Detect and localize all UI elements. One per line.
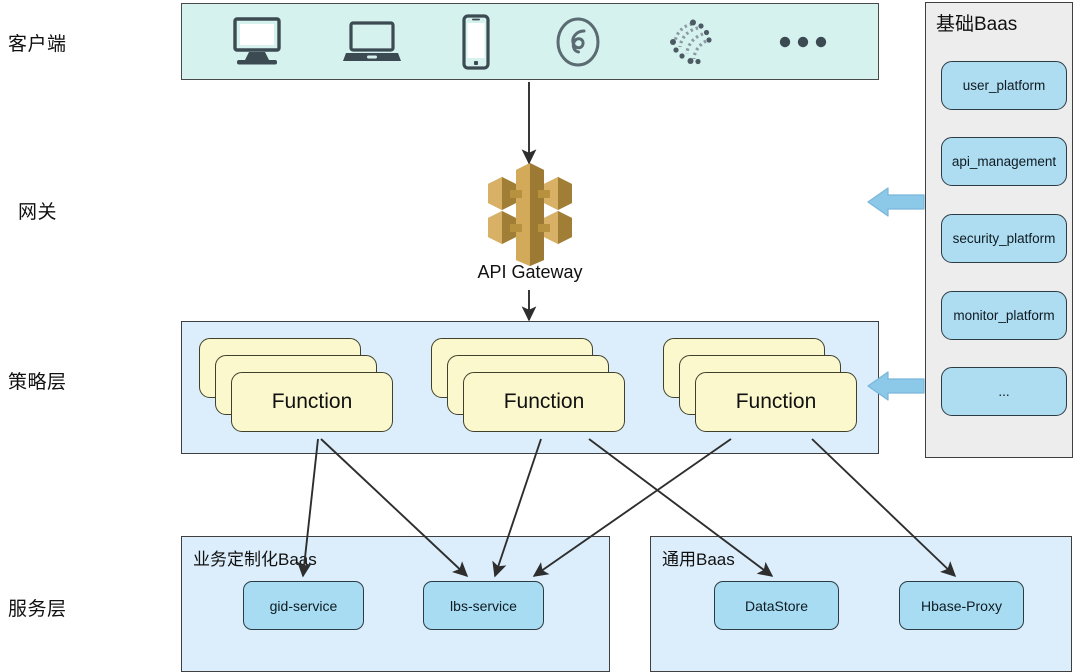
api-gateway-label: API Gateway: [477, 262, 583, 282]
ellipsis-icon: [775, 32, 831, 52]
layer-label-client: 客户端: [8, 34, 67, 55]
client-layer-bar: [181, 3, 879, 80]
baas-box-security-platform[interactable]: security_platform: [941, 214, 1067, 263]
smartphone-icon: [459, 13, 493, 70]
function-stack-3[interactable]: Function: [663, 338, 857, 433]
iot-devices-icon: [662, 14, 718, 70]
baas-box-api-management[interactable]: api_management: [941, 137, 1067, 186]
baas-to-policy-arrow: [866, 368, 926, 409]
layer-label-policy: 策略层: [8, 372, 67, 393]
wechat-miniprogram-icon: [551, 14, 605, 70]
basic-baas-panel: 基础Baas user_platform api_management secu…: [925, 2, 1073, 458]
service-panel-business: 业务定制化Baas gid-service lbs-service: [181, 536, 610, 672]
desktop-monitor-icon: [229, 16, 285, 68]
aws-api-gateway-icon: [480, 160, 580, 271]
architecture-diagram: 客户端 网关 策略层 服务层 API Gateway Function Func…: [0, 0, 1080, 672]
layer-label-gateway: 网关: [18, 202, 58, 223]
service-panel-general: 通用Baas DataStore Hbase-Proxy: [650, 536, 1072, 672]
function-card-front[interactable]: Function: [463, 372, 625, 432]
function-stack-2[interactable]: Function: [431, 338, 625, 433]
basic-baas-title: 基础Baas: [936, 14, 1018, 35]
service-panel-title: 通用Baas: [662, 550, 735, 569]
function-card-front[interactable]: Function: [695, 372, 857, 432]
baas-to-gateway-arrow: [866, 184, 926, 225]
function-stack-1[interactable]: Function: [199, 338, 393, 433]
function-card-front[interactable]: Function: [231, 372, 393, 432]
service-box-lbs-service[interactable]: lbs-service: [423, 581, 544, 630]
layer-label-service: 服务层: [8, 599, 67, 620]
baas-box-monitor-platform[interactable]: monitor_platform: [941, 291, 1067, 340]
baas-box-more[interactable]: ...: [941, 367, 1067, 416]
baas-box-user-platform[interactable]: user_platform: [941, 61, 1067, 110]
laptop-icon: [342, 18, 402, 66]
service-box-datastore[interactable]: DataStore: [714, 581, 839, 630]
service-panel-title: 业务定制化Baas: [193, 550, 317, 569]
service-box-gid-service[interactable]: gid-service: [243, 581, 364, 630]
service-box-hbase-proxy[interactable]: Hbase-Proxy: [899, 581, 1024, 630]
